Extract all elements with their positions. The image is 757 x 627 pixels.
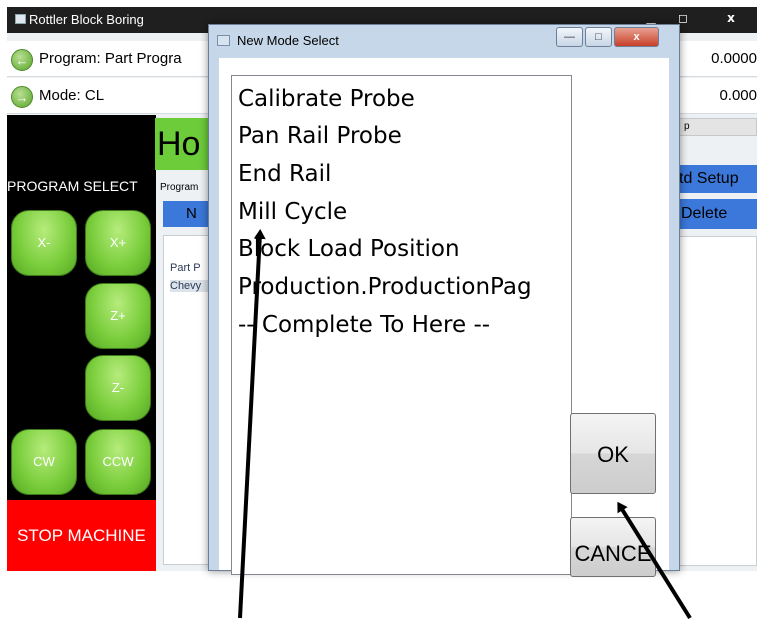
- forward-arrow-icon[interactable]: →: [11, 86, 33, 108]
- dialog-maximize-icon[interactable]: □: [585, 27, 612, 47]
- list-item[interactable]: Part P: [170, 262, 201, 274]
- dialog-close-icon[interactable]: x: [614, 27, 659, 47]
- mode-item-complete-to-here[interactable]: -- Complete To Here --: [238, 312, 490, 338]
- new-button[interactable]: N: [163, 201, 210, 227]
- jog-x-plus-button[interactable]: X+: [85, 210, 151, 276]
- dialog-title: New Mode Select: [237, 33, 339, 48]
- app-icon: [15, 14, 26, 24]
- back-arrow-icon[interactable]: ←: [11, 49, 33, 71]
- program-label: Program: Part Progra: [39, 50, 182, 67]
- close-button[interactable]: x: [707, 7, 755, 29]
- mode-item-pan-rail-probe[interactable]: Pan Rail Probe: [238, 123, 402, 149]
- cw-button[interactable]: CW: [11, 429, 77, 495]
- mode-listbox[interactable]: Calibrate Probe Pan Rail Probe End Rail …: [231, 75, 572, 575]
- delete-button[interactable]: Delete: [679, 199, 757, 229]
- mode-item-calibrate-probe[interactable]: Calibrate Probe: [238, 86, 415, 112]
- readout-value-1: 0.0000: [711, 50, 757, 67]
- jog-panel: PROGRAM SELECT X- X+ Z+ Z- CW CCW STOP M…: [7, 115, 156, 571]
- mode-item-end-rail[interactable]: End Rail: [238, 161, 331, 187]
- program-select-label[interactable]: PROGRAM SELECT: [7, 178, 156, 194]
- dialog-content: Calibrate Probe Pan Rail Probe End Rail …: [219, 58, 669, 577]
- ok-button[interactable]: OK: [570, 413, 656, 494]
- dialog-minimize-icon[interactable]: —: [556, 27, 583, 47]
- new-mode-select-dialog: New Mode Select — □ x Calibrate Probe Pa…: [208, 24, 680, 577]
- mode-label: Mode: CL: [39, 87, 105, 104]
- cancel-button[interactable]: CANCE: [570, 517, 656, 577]
- home-tab[interactable]: Ho: [155, 118, 210, 170]
- right-status-bar: p: [679, 118, 757, 136]
- stop-machine-button[interactable]: STOP MACHINE: [7, 500, 156, 571]
- dialog-icon: [217, 35, 230, 46]
- jog-z-minus-button[interactable]: Z-: [85, 355, 151, 421]
- mode-item-block-load-position[interactable]: Block Load Position: [238, 236, 460, 262]
- jog-x-minus-button[interactable]: X-: [11, 210, 77, 276]
- ccw-button[interactable]: CCW: [85, 429, 151, 495]
- main-window-title: Rottler Block Boring: [29, 12, 144, 27]
- std-setup-button[interactable]: td Setup: [679, 165, 757, 193]
- right-list-panel: [679, 236, 757, 566]
- list-item[interactable]: Chevy: [170, 280, 210, 292]
- program-list[interactable]: Part P Chevy: [163, 235, 210, 565]
- program-caption: Program: [160, 182, 199, 193]
- mode-item-production-page[interactable]: Production.ProductionPag: [238, 274, 532, 300]
- readout-value-2: 0.000: [719, 87, 757, 104]
- jog-z-plus-button[interactable]: Z+: [85, 283, 151, 349]
- mode-item-mill-cycle[interactable]: Mill Cycle: [238, 199, 347, 225]
